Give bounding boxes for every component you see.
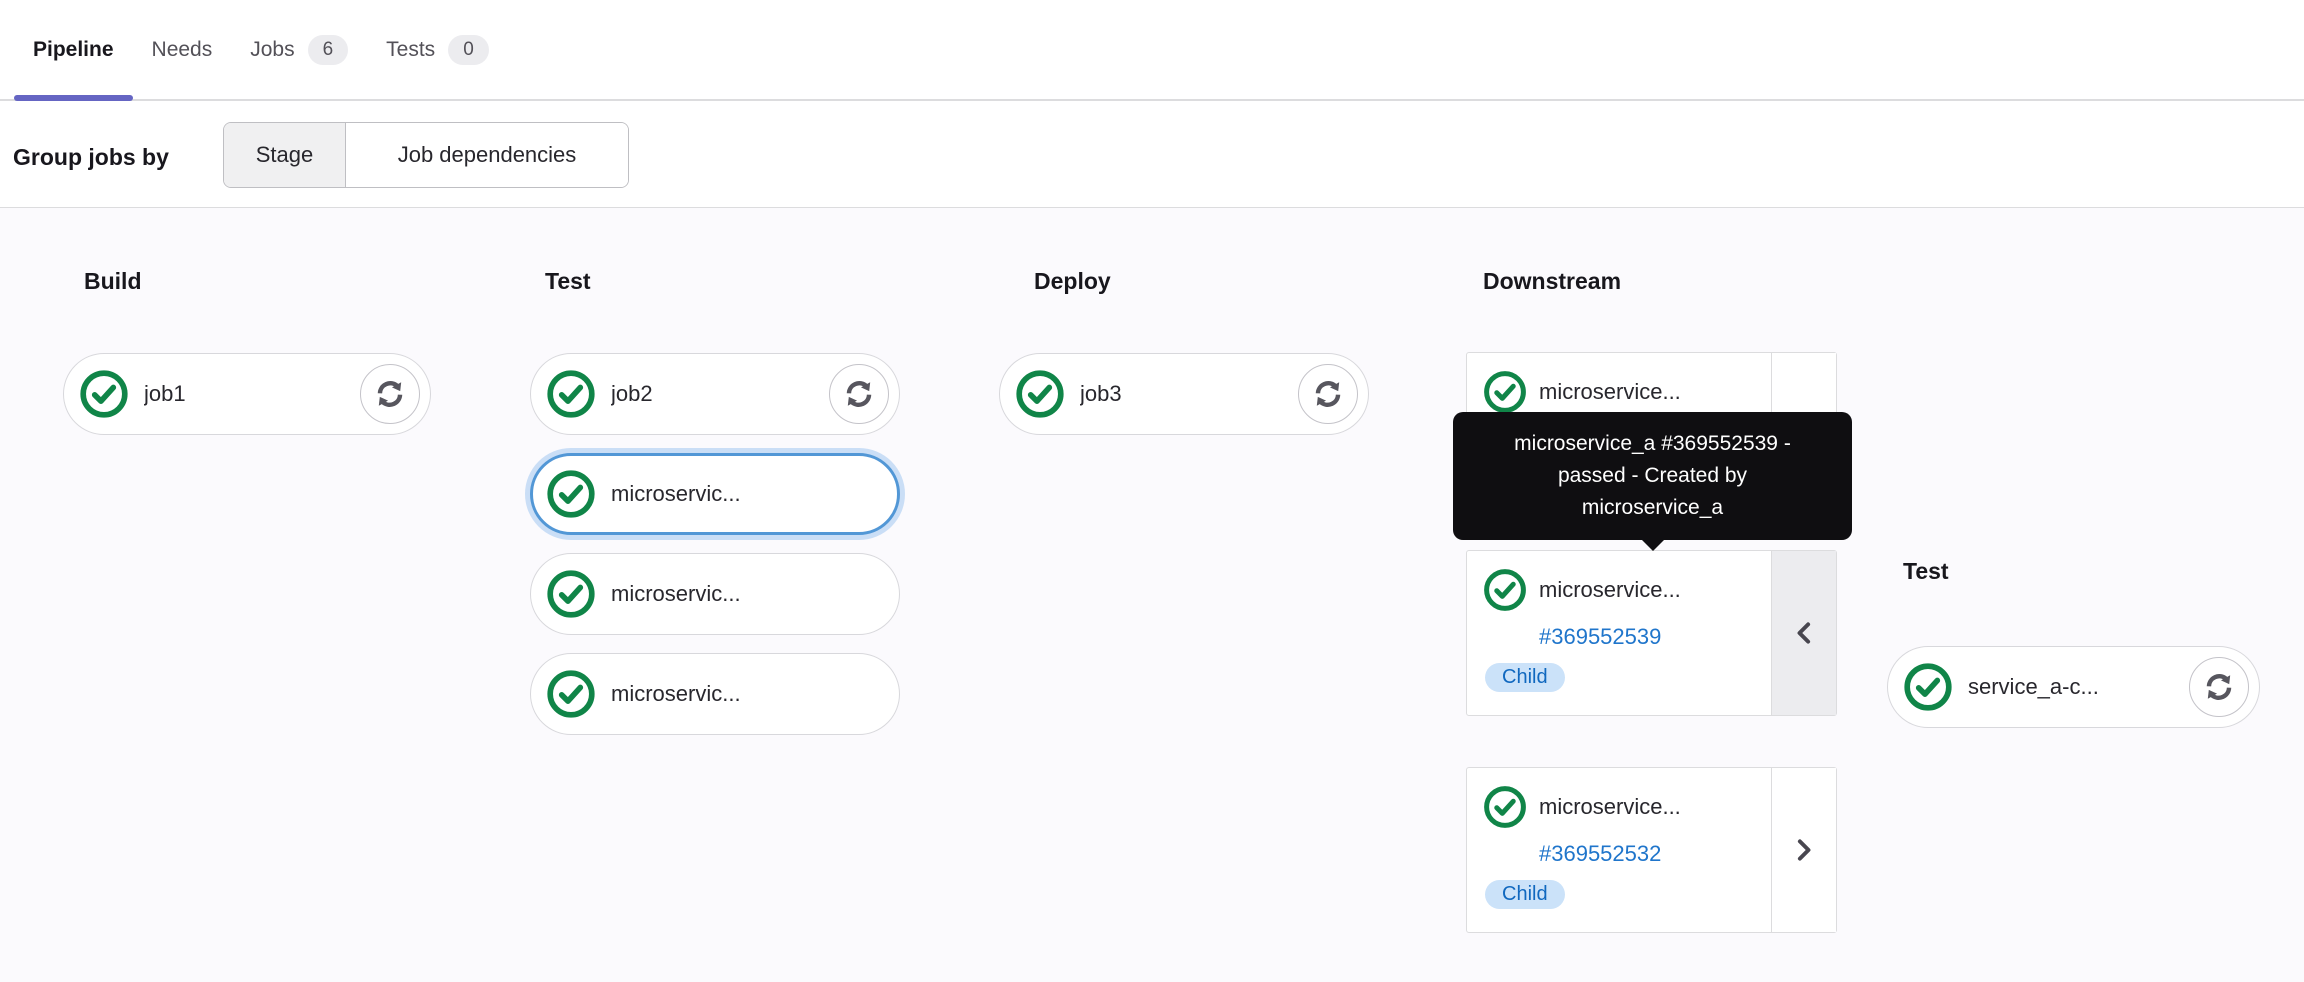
- tab-needs-label: Needs: [151, 37, 213, 61]
- tests-count-badge: 0: [448, 34, 489, 65]
- group-jobs-by-label: Group jobs by: [13, 144, 169, 170]
- status-passed-icon: [545, 668, 597, 720]
- status-passed-icon: [545, 368, 597, 420]
- tab-jobs[interactable]: Jobs 6: [231, 0, 367, 99]
- job-pill-microservice-trigger-2[interactable]: microservic...: [530, 553, 900, 635]
- stage-title-test: Test: [545, 268, 591, 294]
- pipeline-tab-bar: Pipeline Needs Jobs 6 Tests 0: [0, 0, 2304, 101]
- job-name: microservic...: [611, 681, 741, 706]
- status-passed-icon: [1902, 661, 1954, 713]
- stage-title-build: Build: [84, 268, 142, 294]
- retry-icon: [842, 377, 876, 411]
- job-pill-service-a[interactable]: service_a-c...: [1887, 646, 2260, 728]
- status-passed-icon: [1014, 368, 1066, 420]
- retry-job3-button[interactable]: [1298, 364, 1358, 424]
- downstream-pipeline-name: microservice...: [1539, 577, 1681, 602]
- group-by-stage-label: Stage: [255, 142, 314, 167]
- job-name: job1: [144, 381, 186, 406]
- downstream-pipeline-name: microservice...: [1539, 794, 1681, 819]
- group-by-job-dependencies-label: Job dependencies: [397, 142, 577, 167]
- tab-needs[interactable]: Needs: [133, 0, 232, 99]
- child-pipeline-badge: Child: [1485, 880, 1565, 909]
- group-by-segmented-control: Stage Job dependencies: [223, 122, 629, 188]
- downstream-pipeline-id-link[interactable]: #369552539: [1539, 624, 1661, 650]
- group-by-job-dependencies-button[interactable]: Job dependencies: [346, 123, 628, 187]
- job-name: microservic...: [611, 581, 741, 606]
- job-pill-microservice-trigger-1-selected[interactable]: microservic...: [530, 453, 900, 535]
- tab-jobs-label: Jobs: [250, 37, 295, 61]
- stage-title-deploy: Deploy: [1034, 268, 1111, 294]
- retry-icon: [1311, 377, 1345, 411]
- status-passed-icon: [78, 368, 130, 420]
- status-passed-icon: [545, 468, 597, 520]
- job-name: job2: [611, 381, 653, 406]
- downstream-pipeline-card-2[interactable]: microservice... #369552539 Child: [1466, 550, 1837, 716]
- job-pill-microservice-trigger-3[interactable]: microservic...: [530, 653, 900, 735]
- stage-title-downstream-test: Test: [1903, 558, 1949, 584]
- status-passed-icon: [1482, 369, 1528, 415]
- status-passed-icon: [1482, 567, 1528, 613]
- chevron-right-icon: [1797, 839, 1811, 861]
- stage-title-downstream: Downstream: [1483, 268, 1622, 294]
- downstream-pipeline-id-link[interactable]: #369552532: [1539, 841, 1661, 867]
- jobs-count-badge: 6: [307, 34, 349, 65]
- collapse-downstream-2-button[interactable]: [1771, 551, 1836, 715]
- retry-service-a-button[interactable]: [2189, 657, 2249, 717]
- retry-icon: [373, 377, 407, 411]
- tab-tests-label: Tests: [386, 37, 436, 61]
- job-name: service_a-c...: [1968, 674, 2099, 699]
- downstream-card-content: microservice... #369552539 Child: [1467, 551, 1771, 715]
- job-pill-job2[interactable]: job2: [530, 353, 900, 435]
- job-pill-job1[interactable]: job1: [63, 353, 431, 435]
- job-name: microservic...: [611, 481, 741, 506]
- status-passed-icon: [1482, 784, 1528, 830]
- chevron-left-icon: [1797, 622, 1811, 644]
- group-by-stage-button[interactable]: Stage: [224, 123, 346, 187]
- child-pipeline-badge: Child: [1485, 663, 1565, 692]
- tab-pipeline[interactable]: Pipeline: [14, 0, 133, 101]
- job-pill-job3[interactable]: job3: [999, 353, 1369, 435]
- retry-job2-button[interactable]: [829, 364, 889, 424]
- downstream-card-content: microservice... #369552532 Child: [1467, 768, 1771, 932]
- retry-job1-button[interactable]: [360, 364, 420, 424]
- retry-icon: [2202, 670, 2236, 704]
- downstream-pipeline-name: microservice...: [1539, 379, 1681, 404]
- downstream-pipeline-card-3[interactable]: microservice... #369552532 Child: [1466, 767, 1837, 933]
- tab-pipeline-label: Pipeline: [33, 37, 114, 61]
- expand-downstream-3-button[interactable]: [1771, 768, 1836, 932]
- pipeline-tooltip: microservice_a #369552539 - passed - Cre…: [1453, 412, 1852, 540]
- job-name: job3: [1080, 381, 1122, 406]
- status-passed-icon: [545, 568, 597, 620]
- tab-tests[interactable]: Tests 0: [367, 0, 508, 99]
- pipeline-graph-area: Build Test Deploy Downstream Test job1 j…: [0, 207, 2304, 982]
